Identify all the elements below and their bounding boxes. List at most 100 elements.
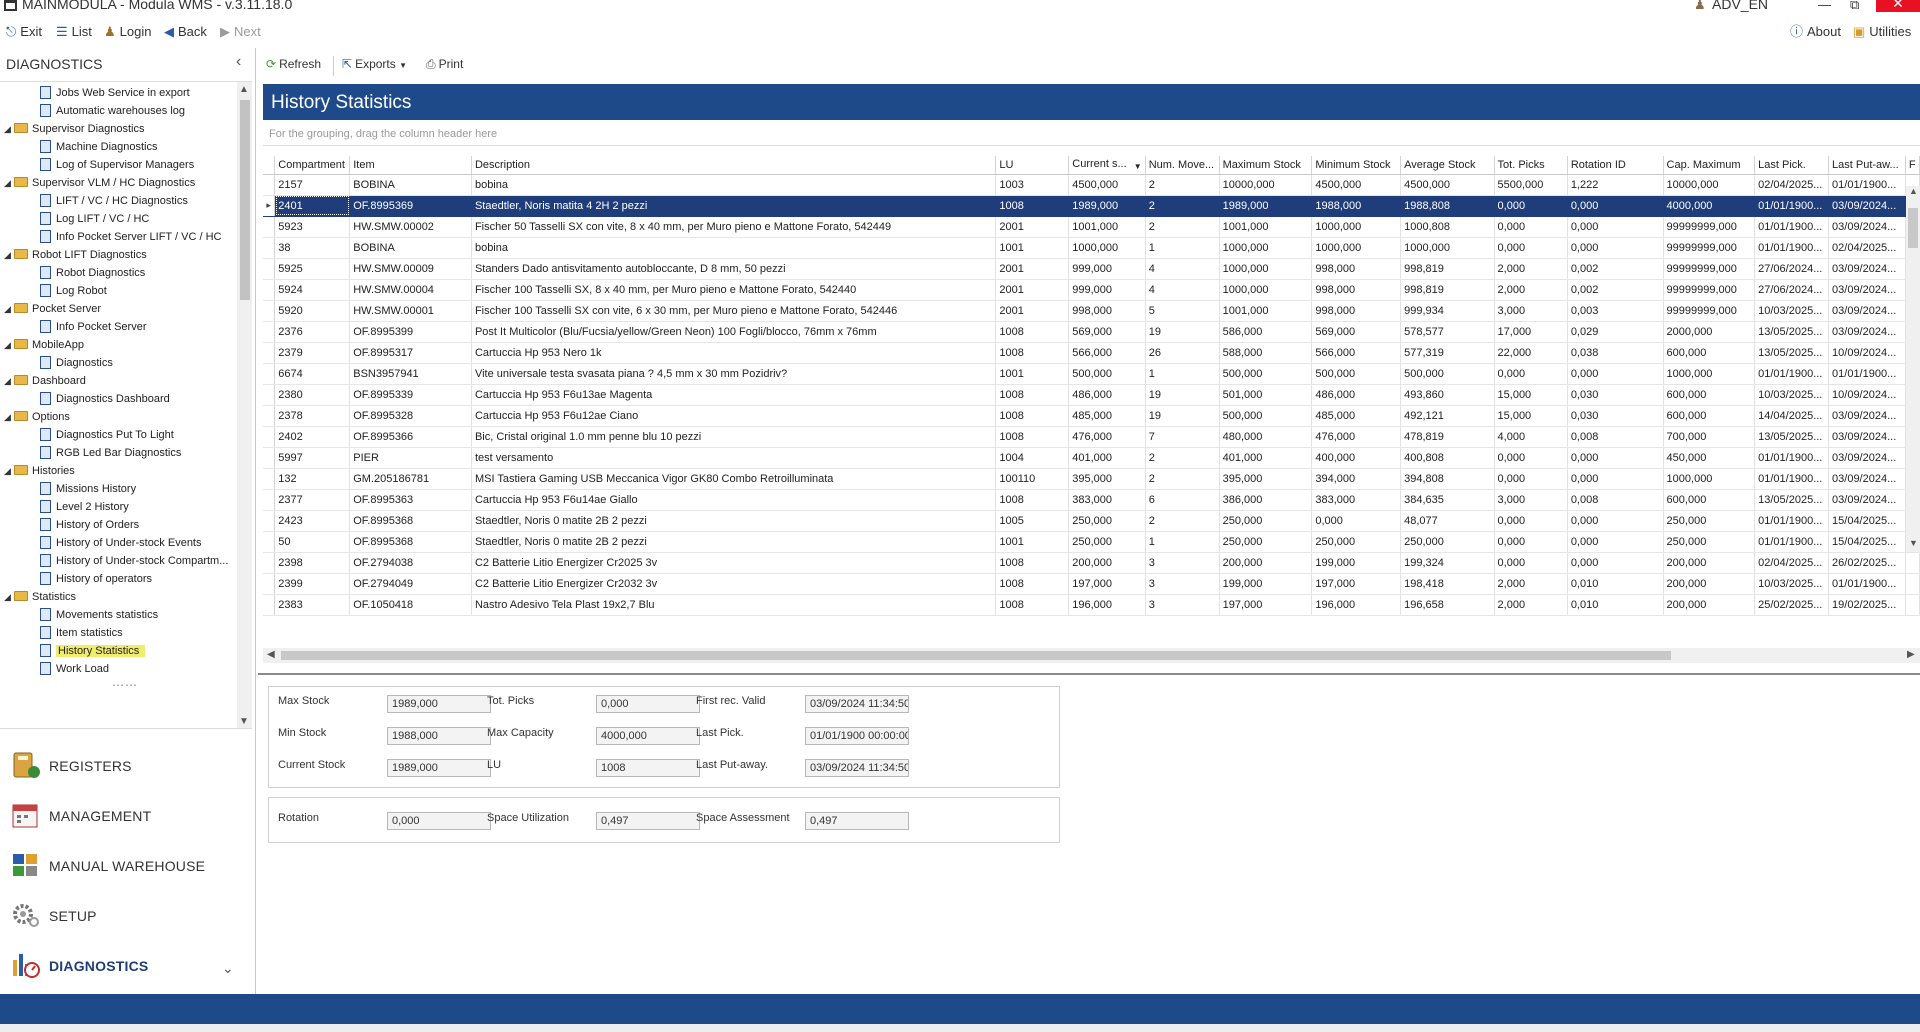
table-cell[interactable]: 2001 — [995, 216, 1070, 238]
row-indicator[interactable]: ▸ — [263, 195, 276, 217]
table-row[interactable]: 2398 OF.2794038 C2 Batterie Litio Energize… — [263, 552, 1920, 574]
table-cell[interactable]: 5925 — [274, 258, 351, 280]
table-cell[interactable]: 250,000 — [1068, 510, 1146, 532]
table-cell[interactable]: 02/04/2025... — [1828, 237, 1906, 259]
table-cell[interactable]: 38 — [274, 237, 351, 259]
table-row[interactable]: 5923 HW.SMW.00002 Fischer 50 Tasselli SX c… — [263, 216, 1920, 238]
table-row[interactable]: 2376 OF.8995399 Post It Multicolor (Blu/Fu… — [263, 321, 1920, 343]
table-cell[interactable]: 600,000 — [1663, 489, 1756, 511]
utilities-button[interactable]: ▣ Utilities — [1853, 23, 1911, 41]
table-cell[interactable]: 01/01/1900... — [1754, 195, 1830, 217]
table-cell[interactable]: 5500,000 — [1494, 174, 1568, 196]
table-cell[interactable]: 578,577 — [1400, 321, 1495, 343]
table-cell[interactable]: 3,000 — [1494, 489, 1568, 511]
last-pick-field[interactable]: 01/01/1900 00:00:00 — [805, 727, 909, 745]
table-row[interactable]: 2157 BOBINA bobina 1003 4500,000 2 10000,000 45… — [263, 174, 1920, 196]
table-cell[interactable]: 2157 — [274, 174, 351, 196]
table-cell[interactable]: 3 — [1145, 552, 1220, 574]
table-cell[interactable]: 100110 — [995, 468, 1070, 490]
table-cell[interactable]: 0,000 — [1494, 237, 1568, 259]
row-indicator[interactable] — [263, 363, 276, 385]
table-cell[interactable]: 1008 — [995, 195, 1070, 217]
table-cell[interactable]: 200,000 — [1068, 552, 1146, 574]
table-cell[interactable]: 197,000 — [1311, 573, 1402, 595]
table-cell[interactable]: 2380 — [274, 384, 351, 406]
row-indicator[interactable] — [263, 174, 276, 196]
table-cell[interactable]: 0,000 — [1567, 216, 1664, 238]
table-cell[interactable]: 10000,000 — [1663, 174, 1756, 196]
row-indicator[interactable] — [263, 216, 276, 238]
exports-button[interactable]: ⇱ Exports ▼ — [342, 57, 407, 71]
table-cell[interactable]: 4500,000 — [1311, 174, 1402, 196]
table-cell[interactable]: 1989,000 — [1219, 195, 1313, 217]
table-cell[interactable]: 01/01/1900... — [1828, 363, 1906, 385]
tree-group[interactable]: ◢ Options — [4, 408, 246, 426]
table-cell[interactable]: 1 — [1145, 363, 1220, 385]
table-cell[interactable]: 10/09/2024... — [1828, 342, 1906, 364]
table-cell[interactable]: 450,000 — [1663, 447, 1756, 469]
back-button[interactable]: ◀ Back — [164, 23, 207, 41]
table-cell[interactable]: 19/02/2025... — [1828, 594, 1906, 616]
table-cell[interactable]: 1008 — [995, 489, 1070, 511]
tree-group[interactable]: ◢ Pocket Server — [4, 300, 246, 318]
collapse-arrow-icon[interactable]: ◢ — [4, 372, 11, 390]
table-cell[interactable]: 0,000 — [1494, 195, 1568, 217]
table-cell[interactable]: 384,635 — [1400, 489, 1495, 511]
table-cell[interactable]: 03/09/2024... — [1828, 321, 1906, 343]
tree-scroll-thumb[interactable] — [240, 100, 250, 300]
table-cell[interactable]: HW.SMW.00004 — [349, 279, 472, 301]
row-indicator[interactable] — [263, 468, 276, 490]
table-cell[interactable]: 401,000 — [1219, 447, 1313, 469]
table-cell[interactable]: 5923 — [274, 216, 351, 238]
table-cell[interactable]: 2399 — [274, 573, 351, 595]
max-capacity-field[interactable]: 4000,000 — [596, 727, 700, 745]
table-cell[interactable]: 5920 — [274, 300, 351, 322]
table-row[interactable]: 2399 OF.2794049 C2 Batterie Litio Energize… — [263, 573, 1920, 595]
row-indicator[interactable] — [263, 531, 276, 553]
table-cell[interactable]: 588,000 — [1219, 342, 1313, 364]
table-cell[interactable]: 493,860 — [1400, 384, 1495, 406]
space-assessment-field[interactable]: 0,497 — [805, 812, 909, 830]
table-row[interactable]: 2378 OF.8995328 Cartuccia Hp 953 F6u12ae C… — [263, 405, 1920, 427]
collapse-arrow-icon[interactable]: ◢ — [4, 174, 11, 192]
table-cell[interactable]: 998,000 — [1311, 279, 1402, 301]
table-cell[interactable]: PIER — [349, 447, 472, 469]
table-cell[interactable]: Standers Dado antisvitamento autobloccan… — [471, 258, 997, 280]
table-cell[interactable]: 999,000 — [1068, 258, 1146, 280]
table-cell[interactable]: 1001,000 — [1219, 300, 1313, 322]
tree-item[interactable]: Diagnostics Dashboard — [40, 390, 252, 408]
table-cell[interactable]: Post It Multicolor (Blu/Fucsia/yellow/Gr… — [471, 321, 997, 343]
row-indicator[interactable] — [263, 552, 276, 574]
table-cell[interactable]: 6674 — [274, 363, 351, 385]
table-cell[interactable]: OF.8995368 — [349, 531, 472, 553]
collapse-arrow-icon[interactable]: ◢ — [4, 336, 11, 354]
table-row[interactable]: 2423 OF.8995368 Staedtler, Noris 0 matite … — [263, 510, 1920, 532]
table-cell[interactable]: 0,000 — [1494, 447, 1568, 469]
table-cell[interactable]: 10000,000 — [1219, 174, 1313, 196]
tree-item[interactable]: History of Under-stock Events — [40, 534, 252, 552]
tree-item[interactable]: History of Orders — [40, 516, 252, 534]
table-cell[interactable]: 0,003 — [1567, 300, 1664, 322]
collapse-arrow-icon[interactable]: ◢ — [4, 408, 11, 426]
table-row[interactable]: 2377 OF.8995363 Cartuccia Hp 953 F6u14ae G… — [263, 489, 1920, 511]
table-cell[interactable]: 15/04/2025... — [1828, 531, 1906, 553]
table-cell[interactable]: 600,000 — [1663, 405, 1756, 427]
table-cell[interactable]: 15,000 — [1494, 384, 1568, 406]
table-cell[interactable]: 2,000 — [1494, 594, 1568, 616]
table-cell[interactable]: 400,808 — [1400, 447, 1495, 469]
table-cell[interactable]: OF.8995339 — [349, 384, 472, 406]
table-cell[interactable]: 401,000 — [1068, 447, 1146, 469]
table-cell[interactable]: 1000,000 — [1219, 258, 1313, 280]
table-cell[interactable]: 197,000 — [1068, 573, 1146, 595]
table-cell[interactable]: 1000,000 — [1663, 468, 1756, 490]
table-cell[interactable]: 132 — [274, 468, 351, 490]
scroll-down-icon[interactable]: ▼ — [1909, 538, 1918, 548]
table-cell[interactable]: 27/06/2024... — [1754, 258, 1830, 280]
row-indicator[interactable] — [263, 447, 276, 469]
table-cell[interactable]: 0,000 — [1494, 510, 1568, 532]
tree-group[interactable]: ◢ MobileApp — [4, 336, 246, 354]
table-cell[interactable]: 1001,000 — [1068, 216, 1146, 238]
table-cell[interactable]: 566,000 — [1311, 342, 1402, 364]
table-cell[interactable]: 1000,000 — [1311, 216, 1402, 238]
table-cell[interactable]: 394,000 — [1311, 468, 1402, 490]
